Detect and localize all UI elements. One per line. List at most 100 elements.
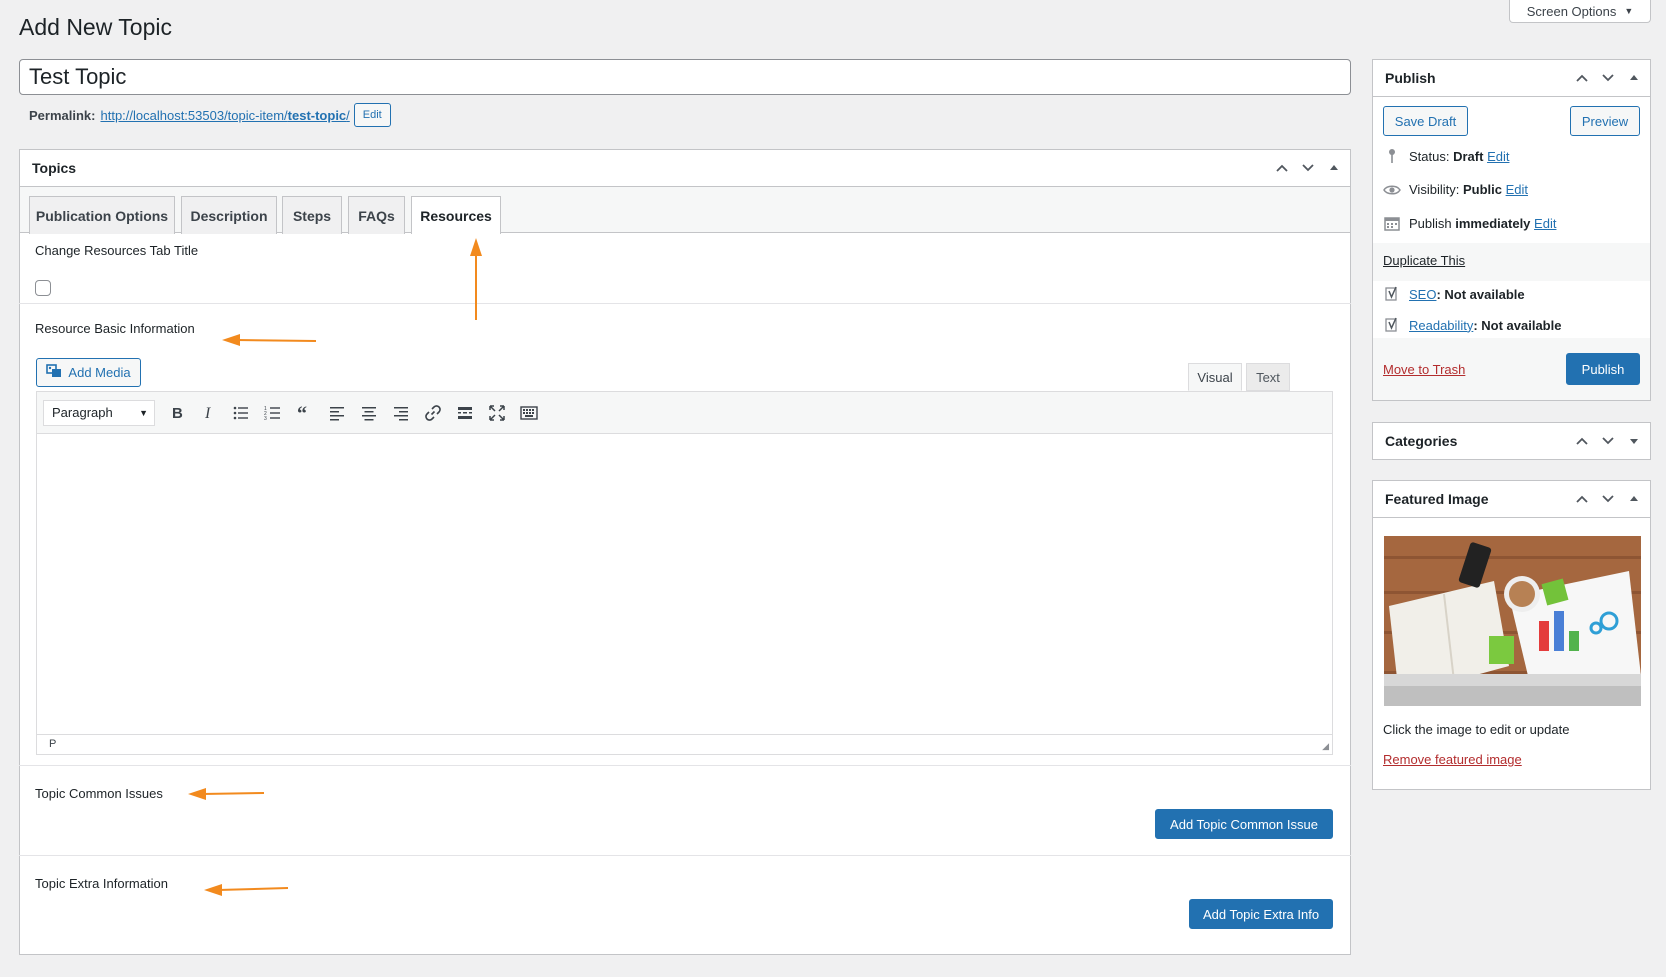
screen-options-label: Screen Options	[1526, 3, 1617, 19]
common-issues-label: Topic Common Issues	[35, 786, 163, 801]
publish-button[interactable]: Publish	[1566, 353, 1640, 385]
change-tab-title-checkbox[interactable]	[35, 280, 51, 296]
visibility-edit-link[interactable]: Edit	[1506, 182, 1528, 197]
annotation-arrow	[222, 334, 317, 346]
page-title: Add New Topic	[19, 14, 172, 40]
publish-header: Publish	[1373, 60, 1650, 97]
categories-metabox: Categories	[1372, 422, 1651, 460]
featured-handle-actions	[1574, 481, 1642, 517]
resize-handle-icon[interactable]: ◢	[1322, 741, 1329, 752]
bulleted-list-icon[interactable]	[225, 398, 257, 428]
permalink: Permalink: http://localhost:53503/topic-…	[29, 103, 391, 127]
align-left-icon[interactable]	[321, 398, 353, 428]
add-media-button[interactable]: Add Media	[36, 358, 141, 387]
add-extra-info-button[interactable]: Add Topic Extra Info	[1189, 899, 1333, 929]
permalink-link[interactable]: http://localhost:53503/topic-item/test-t…	[100, 108, 349, 123]
publish-label: Publish	[1409, 215, 1452, 231]
categories-handle-actions	[1574, 423, 1642, 459]
toggle-panel-icon[interactable]	[1626, 494, 1642, 504]
featured-image-hint: Click the image to edit or update	[1383, 722, 1570, 737]
status-edit-link[interactable]: Edit	[1487, 149, 1509, 164]
move-down-icon[interactable]	[1600, 492, 1616, 506]
align-right-icon[interactable]	[385, 398, 417, 428]
move-down-icon[interactable]	[1600, 71, 1616, 85]
tab-description[interactable]: Description	[181, 196, 277, 234]
svg-text:B: B	[172, 405, 183, 422]
editor-tab-text[interactable]: Text	[1246, 363, 1290, 391]
seo-link[interactable]: SEO	[1409, 287, 1436, 302]
fullscreen-icon[interactable]	[481, 398, 513, 428]
editor-tab-visual[interactable]: Visual	[1188, 363, 1242, 391]
duplicate-this-link[interactable]: Duplicate This	[1383, 253, 1465, 268]
editor-status-bar: P ◢	[37, 734, 1332, 754]
move-up-icon[interactable]	[1274, 161, 1290, 175]
align-center-icon[interactable]	[353, 398, 385, 428]
seo-row: SEO: Not available	[1383, 286, 1525, 302]
publish-date-row: Publish immediately Edit	[1383, 215, 1556, 231]
status-value: Draft	[1453, 148, 1484, 164]
format-select-value: Paragraph	[52, 405, 113, 420]
annotation-arrow	[470, 238, 482, 320]
toggle-panel-icon[interactable]	[1626, 436, 1642, 446]
post-title-input[interactable]	[19, 59, 1351, 95]
move-to-trash-link[interactable]: Move to Trash	[1383, 362, 1465, 377]
numbered-list-icon[interactable]: 123	[257, 398, 289, 428]
permalink-trailing: /	[346, 107, 350, 123]
move-down-icon[interactable]	[1600, 434, 1616, 448]
italic-icon[interactable]: I	[193, 398, 225, 428]
featured-image-metabox: Featured Image Click the image to edit o…	[1372, 480, 1651, 790]
readability-value: : Not available	[1473, 317, 1562, 333]
preview-button[interactable]: Preview	[1570, 106, 1640, 136]
screen-options-button[interactable]: Screen Options ▼	[1509, 0, 1651, 23]
editor-toolbar: Paragraph ▼ B I 123 “	[37, 392, 1332, 434]
read-more-icon[interactable]	[449, 398, 481, 428]
caret-down-icon: ▼	[139, 407, 148, 418]
readability-link[interactable]: Readability	[1409, 318, 1473, 333]
toggle-panel-icon[interactable]	[1626, 73, 1642, 83]
publish-title: Publish	[1385, 70, 1436, 86]
categories-title: Categories	[1385, 433, 1458, 449]
move-up-icon[interactable]	[1574, 492, 1590, 506]
extra-info-label: Topic Extra Information	[35, 876, 168, 891]
annotation-arrow	[204, 884, 289, 896]
save-draft-button[interactable]: Save Draft	[1383, 106, 1468, 136]
section-divider	[19, 855, 1351, 856]
visibility-value: Public	[1462, 182, 1502, 197]
editor-path: P	[49, 738, 57, 750]
categories-header[interactable]: Categories	[1373, 423, 1650, 459]
tab-faqs[interactable]: FAQs	[348, 196, 405, 234]
permalink-edit-button[interactable]: Edit	[353, 103, 391, 127]
publish-handle-actions	[1574, 60, 1642, 96]
yoast-icon	[1383, 286, 1401, 302]
publish-edit-link[interactable]: Edit	[1534, 216, 1556, 231]
caret-down-icon: ▼	[1624, 6, 1634, 16]
remove-featured-image-link[interactable]: Remove featured image	[1383, 752, 1522, 767]
svg-text:I: I	[204, 405, 211, 422]
toolbar-toggle-icon[interactable]	[513, 398, 545, 428]
blockquote-icon[interactable]: “	[289, 398, 321, 428]
move-up-icon[interactable]	[1574, 71, 1590, 85]
topics-handle-actions	[1274, 150, 1342, 186]
bold-icon[interactable]: B	[161, 398, 193, 428]
featured-image-title: Featured Image	[1385, 491, 1489, 507]
tab-publication-options[interactable]: Publication Options	[29, 196, 175, 234]
move-up-icon[interactable]	[1574, 434, 1590, 448]
tab-steps[interactable]: Steps	[282, 196, 342, 234]
move-down-icon[interactable]	[1300, 161, 1316, 175]
format-select[interactable]: Paragraph ▼	[43, 399, 155, 426]
yoast-icon	[1383, 317, 1401, 333]
add-common-issue-button[interactable]: Add Topic Common Issue	[1155, 809, 1333, 839]
tab-resources[interactable]: Resources	[411, 196, 501, 234]
link-icon[interactable]	[417, 398, 449, 428]
media-icon	[46, 363, 62, 382]
featured-image-header: Featured Image	[1373, 481, 1650, 518]
readability-row: Readability: Not available	[1383, 317, 1561, 333]
toggle-panel-icon[interactable]	[1326, 163, 1342, 173]
basic-info-label: Resource Basic Information	[35, 321, 195, 336]
eye-icon	[1383, 183, 1401, 197]
topics-tabs-bar: Publication Options Description Steps FA…	[20, 187, 1350, 234]
rich-text-editor: Paragraph ▼ B I 123 “ P ◢	[36, 391, 1333, 755]
topics-metabox-title: Topics	[32, 160, 77, 176]
featured-image-thumbnail[interactable]	[1384, 536, 1641, 706]
editor-content-area[interactable]	[37, 434, 1332, 734]
